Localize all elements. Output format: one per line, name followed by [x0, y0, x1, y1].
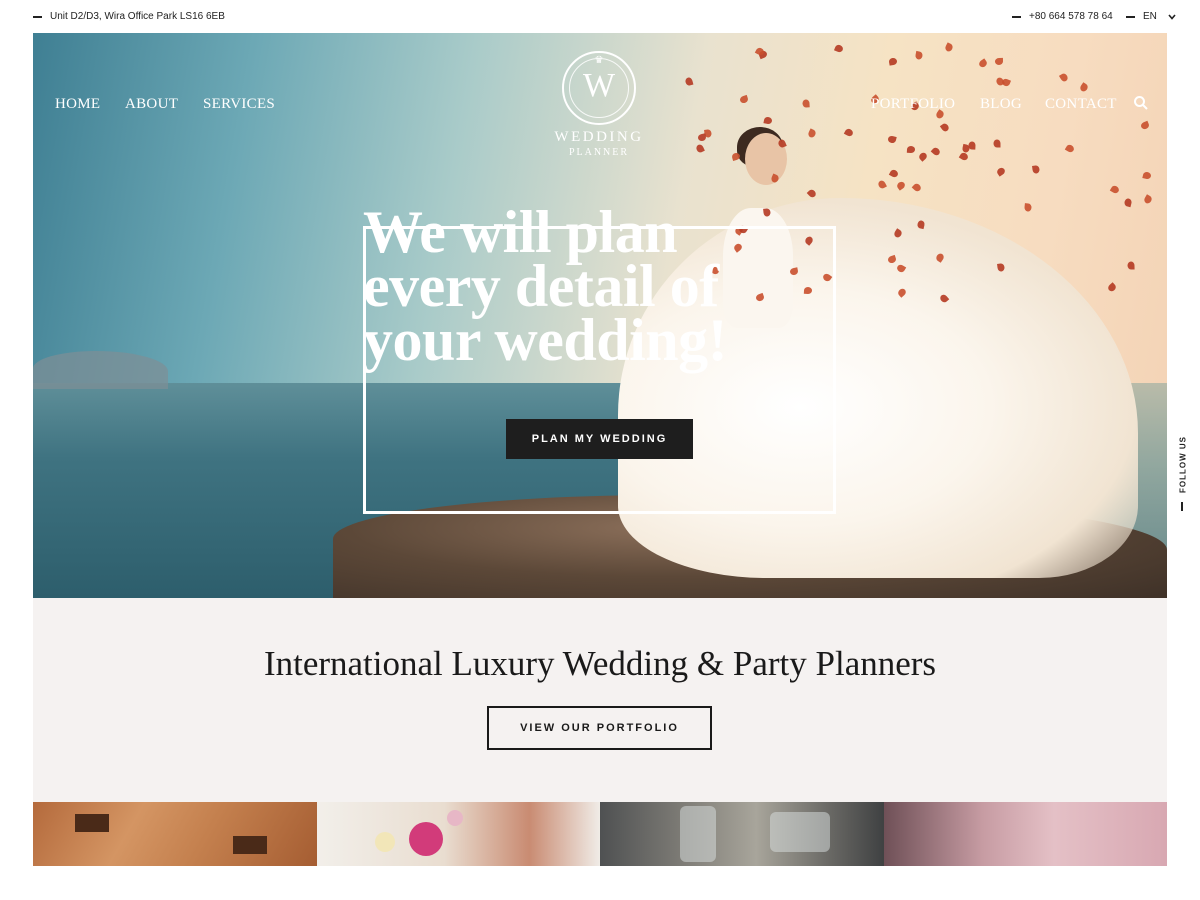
phone-item[interactable]: +80 664 578 78 64 — [1012, 11, 1113, 22]
petal-decor — [977, 58, 989, 70]
gallery-image-flowers[interactable] — [316, 802, 600, 866]
petal-decor — [996, 166, 1007, 177]
petal-decor — [833, 43, 845, 54]
petal-decor — [738, 95, 749, 105]
hero-banner: HOME ABOUT SERVICES ♛ W WEDDING PLANNER … — [33, 33, 1167, 598]
petal-decor — [911, 182, 923, 193]
view-portfolio-button[interactable]: VIEW OUR PORTFOLIO — [487, 706, 712, 750]
gallery-image-pink[interactable] — [883, 802, 1167, 866]
dash-icon — [1012, 15, 1021, 18]
logo-subtitle: PLANNER — [568, 147, 630, 158]
nav-blog[interactable]: BLOG — [980, 96, 1022, 113]
petal-decor — [1140, 121, 1151, 131]
follow-us-label[interactable]: FOLLOW US — [1179, 435, 1188, 495]
petal-decor — [1109, 184, 1121, 195]
top-bar: Unit D2/D3, Wira Office Park LS16 6EB +8… — [0, 0, 1200, 34]
petal-decor — [888, 56, 898, 66]
gallery-image-wood[interactable] — [33, 802, 317, 866]
dash-icon — [1126, 15, 1135, 18]
nav-portfolio[interactable]: PORTFOLIO — [871, 96, 955, 113]
petal-decor — [939, 122, 951, 133]
nav-contact[interactable]: CONTACT — [1045, 96, 1117, 113]
petal-decor — [895, 180, 906, 191]
hero-heading-line-1: We will plan — [363, 199, 678, 265]
logo-letter: W — [582, 67, 616, 104]
petal-decor — [697, 133, 707, 142]
nav-home[interactable]: HOME — [55, 96, 100, 113]
petal-decor — [930, 145, 942, 157]
petal-decor — [968, 141, 977, 151]
logo-emblem: ♛ W — [562, 51, 636, 125]
petal-decor — [1143, 194, 1154, 206]
petal-decor — [907, 145, 916, 154]
petal-decor — [1106, 282, 1117, 294]
chevron-down-icon[interactable] — [1168, 13, 1176, 20]
petal-decor — [695, 143, 706, 154]
phone-text[interactable]: +80 664 578 78 64 — [1029, 11, 1113, 22]
petal-decor — [1031, 165, 1040, 174]
petal-decor — [877, 179, 888, 190]
petal-decor — [1065, 143, 1076, 154]
petal-decor — [1024, 203, 1033, 213]
gallery-image-glassware[interactable] — [600, 802, 884, 866]
crown-icon: ♛ — [594, 55, 604, 66]
petal-decor — [844, 127, 855, 138]
gallery-decor — [680, 806, 716, 862]
gallery-decor — [408, 822, 443, 856]
plan-my-wedding-button[interactable]: PLAN MY WEDDING — [506, 419, 693, 459]
nav-services[interactable]: SERVICES — [203, 96, 275, 113]
petal-decor — [916, 219, 926, 229]
site-logo[interactable]: ♛ W WEDDING PLANNER — [549, 51, 649, 171]
hero-heading: We will plan every detail of your weddin… — [363, 199, 843, 373]
address-item: Unit D2/D3, Wira Office Park LS16 6EB — [33, 11, 225, 22]
gallery-decor — [233, 836, 267, 854]
petal-decor — [807, 128, 818, 139]
petal-decor — [684, 76, 694, 87]
dash-icon — [33, 15, 42, 18]
petal-decor — [1142, 170, 1152, 180]
portfolio-gallery — [33, 802, 1167, 866]
petal-decor — [887, 135, 898, 144]
intro-section: International Luxury Wedding & Party Pla… — [33, 598, 1167, 802]
petal-decor — [888, 168, 900, 179]
petal-decor — [1059, 71, 1070, 83]
petal-decor — [1078, 82, 1089, 94]
petal-decor — [993, 139, 1001, 148]
petal-decor — [943, 42, 954, 53]
nav-about[interactable]: ABOUT — [125, 96, 178, 113]
hero-heading-line-2: every detail of — [363, 253, 719, 319]
follow-us-sidebar[interactable]: FOLLOW US — [1173, 436, 1193, 512]
hero-heading-line-3: your wedding! — [363, 307, 728, 373]
gallery-decor — [770, 812, 830, 852]
logo-title: WEDDING — [554, 129, 644, 145]
petal-decor — [763, 116, 773, 125]
address-text: Unit D2/D3, Wira Office Park LS16 6EB — [50, 11, 225, 22]
gallery-decor — [75, 814, 109, 832]
petal-decor — [1127, 261, 1135, 270]
language-selector[interactable]: EN — [1126, 11, 1176, 22]
language-label[interactable]: EN — [1143, 11, 1157, 22]
gallery-decor — [446, 810, 463, 826]
petal-decor — [914, 50, 924, 60]
petal-decor — [802, 98, 811, 108]
petal-decor — [917, 151, 929, 163]
petal-decor — [958, 151, 970, 162]
dash-icon — [1181, 502, 1183, 511]
intro-title: International Luxury Wedding & Party Pla… — [263, 644, 937, 683]
gallery-decor — [374, 832, 395, 852]
petal-decor — [1123, 197, 1133, 208]
hero-island — [33, 351, 168, 389]
search-icon[interactable] — [1133, 95, 1149, 111]
petal-decor — [995, 57, 1004, 65]
petal-decor — [807, 188, 818, 200]
